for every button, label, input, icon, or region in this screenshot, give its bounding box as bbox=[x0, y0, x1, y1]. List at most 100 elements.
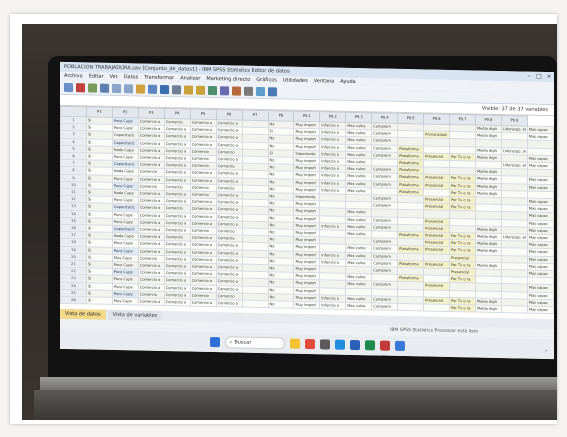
data-cell[interactable]: Muy import bbox=[293, 222, 320, 230]
data-cell[interactable]: Comercio bbox=[164, 118, 191, 127]
data-cell[interactable]: Poco Cupe bbox=[112, 239, 139, 248]
data-cell[interactable]: Medio digit bbox=[475, 233, 502, 241]
column-header[interactable]: P9.4 bbox=[371, 112, 398, 124]
data-cell[interactable]: Comercio a bbox=[138, 276, 165, 285]
column-header[interactable]: P2 bbox=[112, 107, 139, 118]
data-cell[interactable]: Poco Cupe bbox=[112, 247, 139, 255]
data-cell[interactable]: Comercio a bbox=[164, 168, 191, 177]
data-cell[interactable]: Medio digit bbox=[475, 153, 502, 162]
column-header[interactable]: P9.8 bbox=[475, 115, 502, 126]
print-icon[interactable] bbox=[88, 83, 97, 93]
data-cell[interactable]: Presencial bbox=[423, 152, 450, 161]
data-cell[interactable]: Liderazgo, el bbox=[501, 161, 528, 170]
goto-variable-icon[interactable] bbox=[148, 84, 157, 94]
data-cell[interactable]: Mas vulne bbox=[345, 179, 372, 188]
data-cell[interactable]: Infancia o bbox=[319, 121, 346, 130]
data-cell[interactable]: Infancia o bbox=[319, 150, 346, 159]
data-cell[interactable]: Comercio bbox=[216, 148, 243, 157]
menu-item-9[interactable]: Ventana bbox=[314, 77, 335, 86]
data-cell[interactable]: Por Tv o ra bbox=[449, 246, 476, 255]
data-cell[interactable]: Infancia o bbox=[319, 179, 346, 188]
data-cell[interactable]: Comercio a bbox=[216, 134, 243, 142]
data-cell[interactable]: Comprom bbox=[371, 245, 398, 254]
data-cell[interactable]: Mas vulne bbox=[345, 295, 372, 303]
menu-item-7[interactable]: Gráficos bbox=[256, 76, 277, 85]
column-header[interactable]: P3 bbox=[138, 107, 165, 119]
data-cell[interactable]: Comercio a bbox=[190, 198, 217, 207]
data-cell[interactable]: Mas vulne bbox=[345, 302, 372, 311]
menu-item-1[interactable]: Editar bbox=[89, 72, 104, 81]
data-cell[interactable]: Mas capac bbox=[527, 291, 554, 300]
data-cell[interactable]: Mas vulne bbox=[345, 215, 372, 224]
data-cell[interactable]: Nada Cupe bbox=[112, 146, 139, 154]
data-cell[interactable]: Comercio a bbox=[190, 133, 217, 142]
data-cell[interactable]: Muy import bbox=[293, 164, 320, 173]
data-cell[interactable]: Mas capac bbox=[527, 262, 554, 271]
data-cell[interactable]: Mas capac bbox=[527, 255, 554, 264]
data-cell[interactable]: Comercio a bbox=[138, 269, 165, 277]
data-cell[interactable]: Comercio a bbox=[216, 270, 243, 279]
data-cell[interactable]: Comprom bbox=[371, 202, 398, 210]
data-cell[interactable]: Plataforma bbox=[397, 245, 424, 254]
data-cell[interactable]: Liderazgo, el bbox=[501, 125, 528, 134]
data-cell[interactable]: Infancia o bbox=[319, 222, 346, 231]
maximize-button[interactable]: □ bbox=[534, 72, 544, 82]
data-cell[interactable]: Comercio a bbox=[164, 140, 191, 148]
data-cell[interactable]: Mas vulne bbox=[345, 223, 372, 231]
data-cell[interactable]: Comercio a bbox=[138, 125, 165, 133]
data-cell[interactable]: Comprom bbox=[371, 259, 398, 268]
data-cell[interactable]: Comercio a bbox=[164, 219, 191, 228]
data-cell[interactable]: Comercio a bbox=[138, 240, 165, 249]
data-cell[interactable]: Comercio a bbox=[138, 204, 165, 213]
data-cell[interactable]: Mas capac bbox=[527, 183, 554, 192]
data-cell[interactable]: Comercio a bbox=[138, 226, 165, 234]
data-cell[interactable]: Comercio a bbox=[190, 234, 217, 243]
column-header[interactable]: P9.5 bbox=[397, 113, 424, 124]
data-cell[interactable]: Comercio a bbox=[164, 147, 191, 156]
insert-variable-icon[interactable] bbox=[196, 85, 205, 95]
data-cell[interactable]: Comercio a bbox=[138, 247, 165, 256]
data-cell[interactable]: Plataforma bbox=[397, 152, 424, 160]
data-cell[interactable]: Mas vulne bbox=[345, 251, 372, 260]
data-cell[interactable]: Capacitacic bbox=[112, 139, 139, 147]
data-cell[interactable]: Comercio bbox=[164, 183, 191, 192]
data-cell[interactable]: Mas vulne bbox=[345, 122, 372, 131]
data-cell[interactable]: Mas capac bbox=[527, 205, 554, 214]
data-cell[interactable]: Medio digit bbox=[475, 132, 502, 140]
data-cell[interactable]: Comercio a bbox=[164, 240, 191, 249]
data-cell[interactable]: Comercio a bbox=[190, 176, 217, 185]
data-cell[interactable]: Comercio a bbox=[216, 170, 243, 178]
data-cell[interactable]: Poco Cupe bbox=[112, 211, 139, 219]
data-cell[interactable]: Comprom bbox=[371, 194, 398, 203]
redo-icon[interactable] bbox=[124, 84, 133, 94]
data-cell[interactable]: Comercio a bbox=[164, 255, 191, 264]
data-cell[interactable]: Muy Cupe bbox=[112, 254, 139, 263]
data-cell[interactable]: Medio digit bbox=[475, 247, 502, 256]
data-cell[interactable]: Comercio a bbox=[138, 233, 165, 241]
data-cell[interactable]: Muy import bbox=[293, 229, 320, 238]
data-cell[interactable]: Mas capac bbox=[527, 226, 554, 235]
data-cell[interactable]: Presencial bbox=[449, 268, 476, 277]
data-cell[interactable]: Comprom bbox=[371, 266, 398, 275]
data-cell[interactable]: Infancia o bbox=[319, 172, 346, 180]
data-cell[interactable]: Poco Cupe bbox=[112, 268, 139, 277]
data-cell[interactable]: Comercio a bbox=[164, 269, 191, 278]
data-cell[interactable]: Comercio bbox=[190, 183, 217, 192]
data-cell[interactable]: Comercio a bbox=[164, 248, 191, 256]
close-button[interactable]: × bbox=[544, 72, 554, 82]
variables-icon[interactable] bbox=[160, 84, 169, 95]
data-cell[interactable]: Mas vulne bbox=[345, 187, 372, 195]
data-cell[interactable]: Comercio a bbox=[216, 126, 243, 135]
data-cell[interactable]: Medio digit bbox=[475, 175, 502, 184]
data-cell[interactable]: Comercio a bbox=[190, 169, 217, 178]
data-cell[interactable]: Comercio a bbox=[216, 119, 243, 128]
data-cell[interactable]: Comprom bbox=[371, 302, 398, 311]
data-cell[interactable]: Capacitacic bbox=[112, 160, 139, 169]
data-cell[interactable]: Comercio a bbox=[138, 117, 165, 126]
data-cell[interactable]: Comercio a bbox=[164, 161, 191, 170]
data-cell[interactable]: Comprom bbox=[371, 223, 398, 232]
undo-icon[interactable] bbox=[112, 83, 121, 94]
data-cell[interactable]: Comprom bbox=[371, 238, 398, 246]
data-cell[interactable]: Nada Cupe bbox=[112, 167, 139, 176]
data-cell[interactable]: Por Tv o ra bbox=[449, 196, 476, 205]
